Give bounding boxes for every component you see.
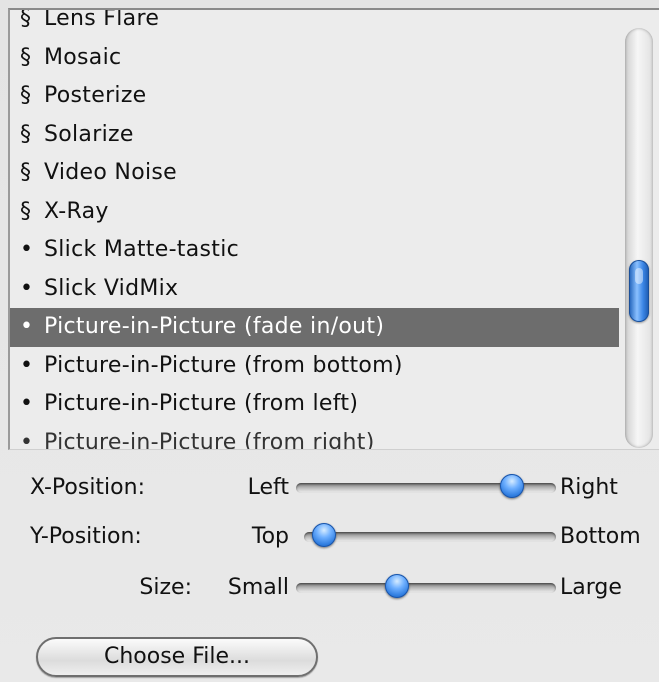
effect-list-item-label: Picture-in-Picture (from bottom) [44,352,403,378]
effect-list-item-label: X-Ray [44,198,109,224]
x-position-min-label: Left [247,475,289,500]
y-position-slider-thumb[interactable] [312,523,337,547]
size-label: Size: [139,575,192,600]
effect-list-item[interactable]: § X-Ray [10,193,619,232]
bullet-icon: • [20,352,34,378]
effect-list-item[interactable]: § Video Noise [10,154,619,193]
section-icon: § [20,44,32,70]
list-scrollbar[interactable] [625,28,653,448]
effect-list-item-label: Picture-in-Picture (from left) [44,391,359,416]
effect-list-item-label: Solarize [44,121,134,147]
size-max-label: Large [560,575,622,600]
effect-list-item-label: Posterize [44,83,147,108]
section-icon: § [20,8,32,31]
section-icon: § [20,121,32,147]
x-position-max-label: Right [560,475,618,500]
x-position-slider[interactable] [296,474,556,498]
bullet-icon: • [20,429,34,450]
x-position-row: X-Position: Left Right [0,468,659,508]
size-slider-thumb[interactable] [385,574,410,598]
effect-list-item[interactable]: • Picture-in-Picture (fade in/out) [10,308,619,347]
effect-settings-panel: § Lens Flare § Mosaic § Posterize § Solarize § Vi… [0,0,659,682]
bullet-icon: • [20,314,34,339]
bullet-icon: • [20,237,34,262]
effect-list-item[interactable]: § Mosaic [10,39,619,78]
x-position-label: X-Position: [30,475,145,500]
effect-list-item[interactable]: § Solarize [10,116,619,155]
x-position-slider-thumb[interactable] [499,474,524,498]
effect-list-item-label: Lens Flare [44,8,160,31]
size-min-label: Small [227,575,289,600]
effects-list[interactable]: § Lens Flare § Mosaic § Posterize § Solarize § Vi… [8,8,659,450]
effect-list-item[interactable]: • Picture-in-Picture (from left) [10,385,619,424]
choose-file-button[interactable]: Choose File... [36,637,318,677]
list-scroll-thumb[interactable] [629,259,649,322]
effect-list-item[interactable]: • Picture-in-Picture (from bottom) [10,347,619,386]
y-position-slider[interactable] [304,523,556,547]
effect-list-item-label: Picture-in-Picture (from right) [44,429,375,450]
effect-list-item-label: Slick VidMix [44,275,179,301]
effect-list-item[interactable]: • Slick VidMix [10,270,619,309]
effect-list-item[interactable]: • Picture-in-Picture (from right) [10,424,619,450]
bullet-icon: • [20,391,34,416]
section-icon: § [20,160,32,185]
effect-list-item[interactable]: § Lens Flare [10,8,619,39]
effect-list-item[interactable]: • Slick Matte-tastic [10,231,619,270]
effect-list-item-label: Slick Matte-tastic [44,237,240,262]
y-position-min-label: Top [251,524,289,549]
y-position-max-label: Bottom [560,524,641,549]
size-slider[interactable] [296,574,556,598]
effects-list-items: § Lens Flare § Mosaic § Posterize § Solarize § Vi… [10,8,619,450]
size-row: Size: Small Large [0,568,659,608]
effect-list-item-label: Picture-in-Picture (fade in/out) [44,314,385,339]
y-position-row: Y-Position: Top Bottom [0,517,659,557]
effect-list-item-label: Video Noise [44,160,177,185]
bullet-icon: • [20,275,34,301]
effect-list-item[interactable]: § Posterize [10,77,619,116]
section-icon: § [20,198,32,224]
effect-list-item-label: Mosaic [44,44,122,70]
section-icon: § [20,83,32,108]
y-position-label: Y-Position: [30,524,142,549]
